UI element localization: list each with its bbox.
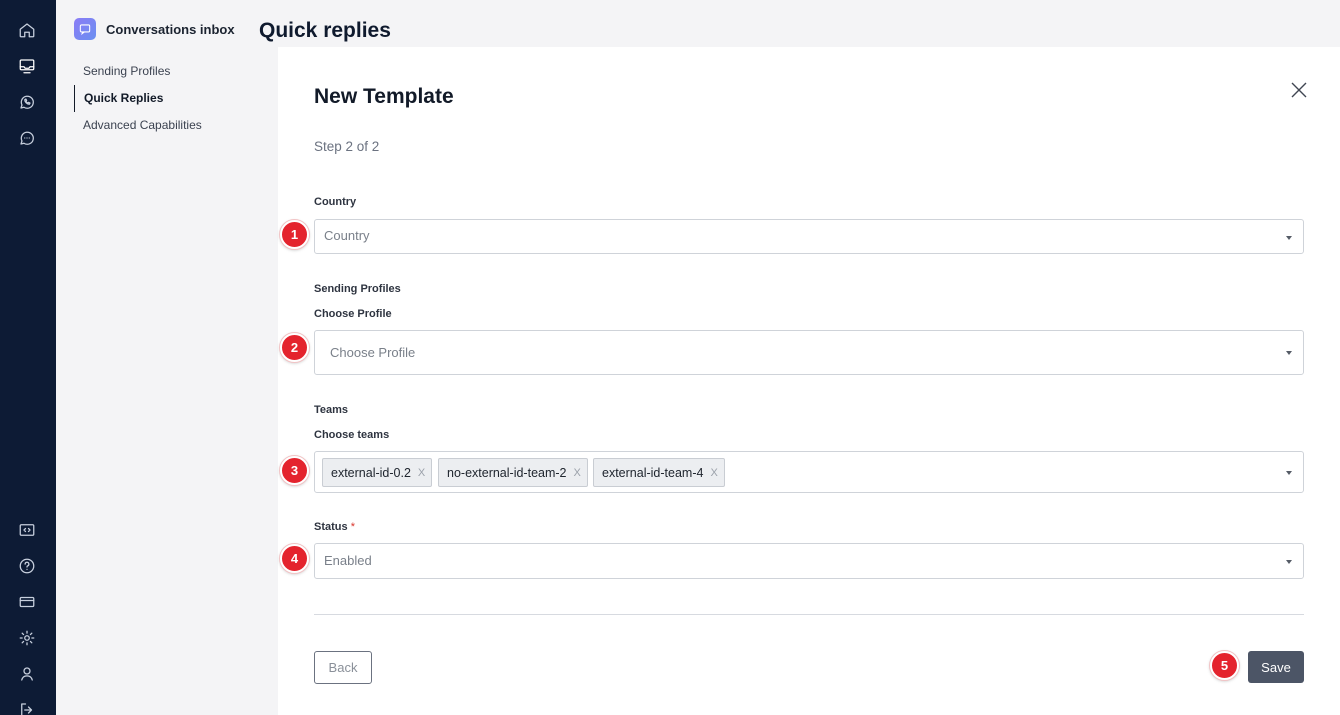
status-value: Enabled [324,553,372,568]
remove-chip-icon[interactable]: X [574,467,581,479]
chevron-down-icon [1286,351,1292,355]
status-label: Status * [314,521,355,533]
country-label: Country [314,196,357,208]
remove-chip-icon[interactable]: X [418,467,425,479]
secondary-sidebar: Conversations inbox Sending Profiles Qui… [56,0,278,715]
sending-profiles-section-label: Sending Profiles [314,283,401,295]
sidebar-item-quick-replies[interactable]: Quick Replies [74,85,274,112]
annotation-badge-4: 4 [280,544,309,573]
code-icon[interactable] [16,519,38,541]
chevron-down-icon [1286,236,1292,240]
brand: Conversations inbox [74,18,235,40]
choose-teams-label: Choose teams [314,429,390,441]
logout-icon[interactable] [16,699,38,715]
new-template-panel: New Template Step 2 of 2 Country Country… [278,47,1340,715]
template-title: New Template [314,85,454,108]
page-title: Quick replies [259,19,391,42]
team-chip-label: external-id-0.2 [331,465,411,480]
annotation-badge-1: 1 [280,220,309,249]
teams-multiselect[interactable]: external-id-0.2 X no-external-id-team-2 … [314,451,1304,493]
team-chip-label: no-external-id-team-2 [447,465,567,480]
annotation-badge-3: 3 [280,456,309,485]
form-divider [314,614,1304,615]
app-rail [0,0,56,715]
country-placeholder: Country [324,228,370,243]
sidebar-nav: Sending Profiles Quick Replies Advanced … [74,58,274,139]
status-select[interactable]: Enabled [314,543,1304,579]
annotation-badge-2: 2 [280,333,309,362]
status-label-text: Status [314,521,348,533]
settings-gear-icon[interactable] [16,627,38,649]
save-button[interactable]: Save [1248,651,1304,683]
step-indicator: Step 2 of 2 [314,139,380,154]
annotation-badge-5: 5 [1210,651,1239,680]
close-button[interactable] [1288,79,1310,101]
teams-section-label: Teams [314,404,349,416]
help-icon[interactable] [16,555,38,577]
inbox-icon[interactable] [16,55,38,77]
billing-card-icon[interactable] [16,591,38,613]
home-icon[interactable] [16,19,38,41]
user-icon[interactable] [16,663,38,685]
back-button[interactable]: Back [314,651,372,684]
team-chip: external-id-0.2 X [322,458,433,487]
team-chip: external-id-team-4 X [593,458,725,487]
required-mark: * [350,521,355,533]
whatsapp-icon[interactable] [16,91,38,113]
profile-placeholder: Choose Profile [330,345,416,360]
chat-bubble-icon[interactable] [16,127,38,149]
chevron-down-icon [1286,471,1292,475]
remove-chip-icon[interactable]: X [710,467,717,479]
sidebar-item-sending-profiles[interactable]: Sending Profiles [74,58,274,85]
close-icon [1291,82,1307,98]
team-chip-label: external-id-team-4 [602,465,704,480]
team-chip: no-external-id-team-2 X [438,458,588,487]
app-title: Conversations inbox [106,21,235,37]
inbox-logo-icon [74,18,96,40]
country-select[interactable]: Country [314,219,1304,254]
profile-select[interactable]: Choose Profile [314,330,1304,375]
chevron-down-icon [1286,560,1292,564]
sidebar-item-advanced-capabilities[interactable]: Advanced Capabilities [74,112,274,139]
choose-profile-label: Choose Profile [314,308,392,320]
